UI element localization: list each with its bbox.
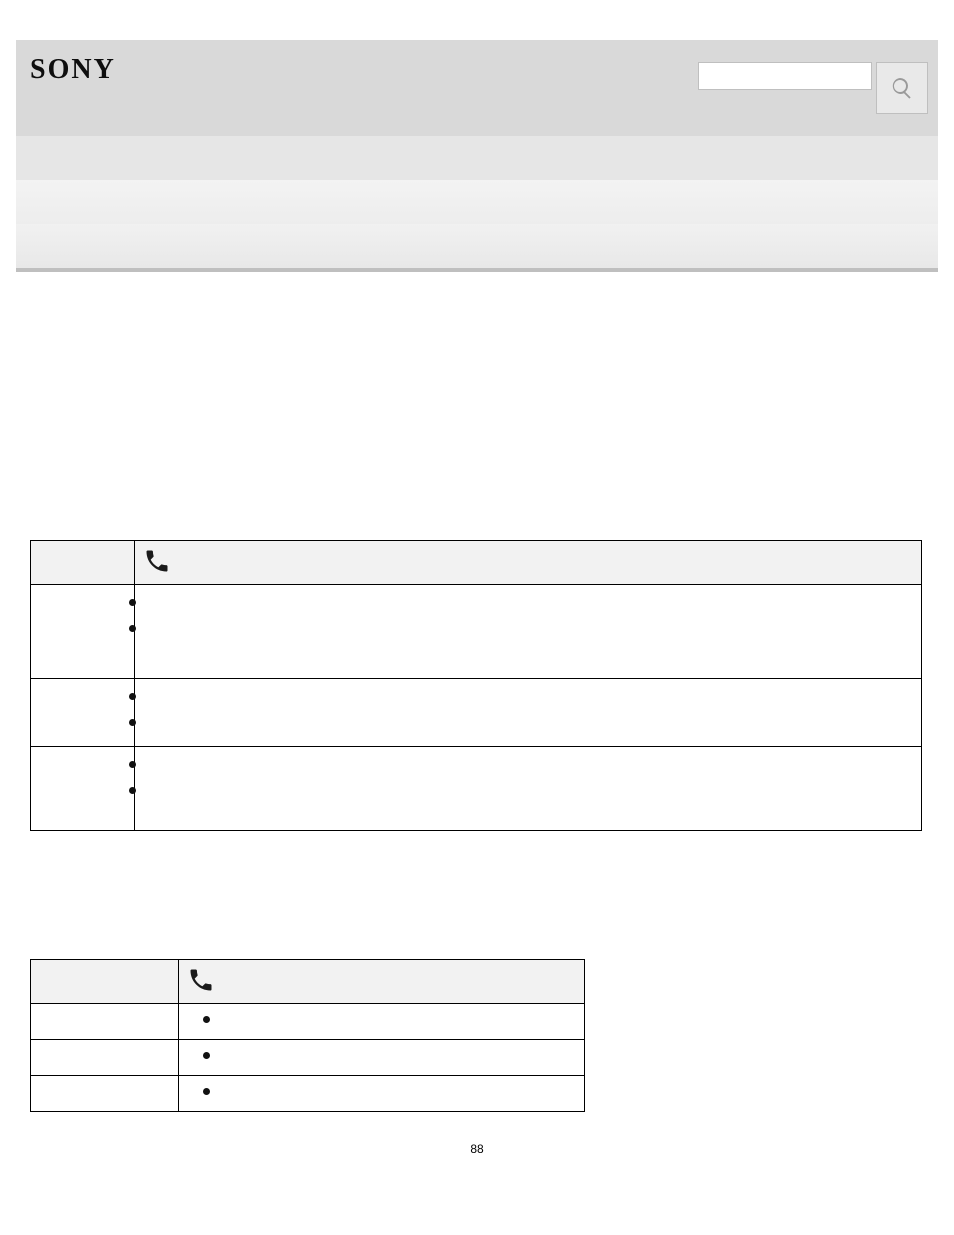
row-label — [31, 1076, 179, 1112]
table-header-right — [134, 541, 921, 585]
info-table-2 — [30, 959, 585, 1112]
table-row — [31, 1076, 585, 1112]
row-label — [31, 1004, 179, 1040]
table-row — [31, 585, 922, 679]
row-content — [178, 1004, 584, 1040]
sony-logo: Sony — [30, 54, 116, 86]
nav-band-2 — [16, 224, 938, 268]
table-header-left — [31, 960, 179, 1004]
list-item — [135, 755, 921, 781]
row-content — [134, 679, 921, 747]
list-item — [135, 593, 921, 619]
list-item — [135, 713, 921, 739]
row-label — [31, 585, 135, 679]
row-label — [31, 679, 135, 747]
phone-icon — [187, 966, 215, 994]
search-icon — [890, 76, 914, 100]
table-header-row — [31, 541, 922, 585]
row-label — [31, 1040, 179, 1076]
table-header-row — [31, 960, 585, 1004]
list-item — [135, 781, 921, 807]
search-input[interactable] — [698, 62, 872, 90]
table-row — [31, 679, 922, 747]
search-button[interactable] — [876, 62, 928, 114]
nav-band-1 — [16, 180, 938, 224]
list-item — [135, 687, 921, 713]
row-content — [134, 585, 921, 679]
header-band: Sony — [16, 40, 938, 136]
page-content: 88 — [30, 272, 924, 1186]
subheader-band — [16, 136, 938, 180]
row-content — [178, 1076, 584, 1112]
phone-icon — [143, 547, 171, 575]
list-item — [203, 1046, 584, 1066]
info-table-1 — [30, 540, 922, 831]
table-row — [31, 1004, 585, 1040]
table-row — [31, 1040, 585, 1076]
row-content — [134, 747, 921, 831]
list-item — [203, 1082, 584, 1102]
table-header-left — [31, 541, 135, 585]
table-header-right — [178, 960, 584, 1004]
row-content — [178, 1040, 584, 1076]
page-number: 88 — [30, 1142, 924, 1186]
row-label — [31, 747, 135, 831]
list-item — [135, 619, 921, 645]
table-row — [31, 747, 922, 831]
list-item — [203, 1010, 584, 1030]
search-area — [698, 62, 928, 114]
